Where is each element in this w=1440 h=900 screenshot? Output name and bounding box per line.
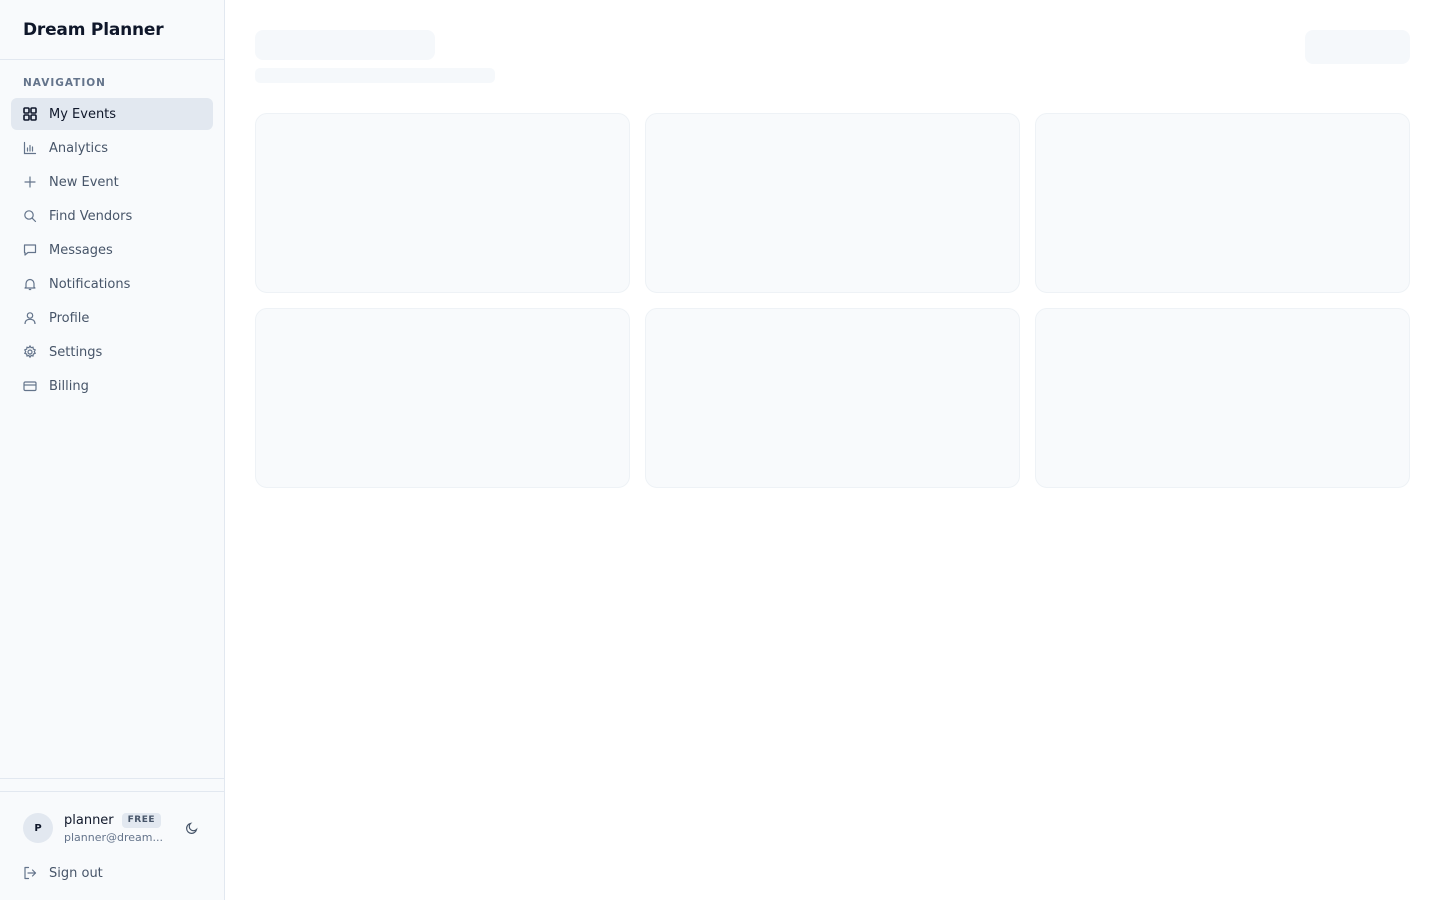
- user-email: planner@dream...: [64, 830, 163, 844]
- plan-badge: FREE: [121, 812, 162, 828]
- credit-card-icon: [23, 379, 37, 393]
- event-card-skeleton: [1035, 113, 1410, 293]
- nav-item-my-events[interactable]: My Events: [11, 98, 213, 130]
- grid-icon: [23, 107, 37, 121]
- nav-item-messages[interactable]: Messages: [11, 234, 213, 266]
- user-info: planner FREE planner@dream...: [64, 812, 175, 844]
- header-action-skeleton: [1305, 30, 1410, 64]
- nav-item-find-vendors[interactable]: Find Vendors: [11, 200, 213, 232]
- theme-toggle-button[interactable]: [183, 819, 201, 837]
- nav-item-label: Messages: [49, 242, 113, 258]
- nav-item-label: Find Vendors: [49, 208, 133, 224]
- nav-list: My Events Analytics New Event Find Vendo…: [0, 98, 224, 402]
- event-card-skeleton: [1035, 308, 1410, 488]
- nav-item-label: Notifications: [49, 276, 131, 292]
- main-content: [225, 0, 1440, 900]
- avatar: P: [23, 813, 53, 843]
- event-card-skeleton: [645, 308, 1020, 488]
- nav-item-billing[interactable]: Billing: [11, 370, 213, 402]
- user-name: planner: [64, 812, 114, 828]
- nav-item-label: Analytics: [49, 140, 109, 156]
- nav-section-label: NAVIGATION: [23, 77, 106, 89]
- sign-out-button[interactable]: Sign out: [23, 863, 103, 883]
- nav-item-analytics[interactable]: Analytics: [11, 132, 213, 164]
- user-summary[interactable]: P planner FREE planner@dream...: [23, 810, 201, 846]
- moon-icon: [186, 822, 198, 834]
- event-card-skeleton: [645, 113, 1020, 293]
- nav-item-label: New Event: [49, 174, 119, 190]
- nav-item-new-event[interactable]: New Event: [11, 166, 213, 198]
- sign-out-icon: [23, 866, 37, 880]
- nav-item-label: My Events: [49, 106, 117, 122]
- nav-item-settings[interactable]: Settings: [11, 336, 213, 368]
- page-title-skeleton: [255, 30, 435, 60]
- bell-icon: [23, 277, 37, 291]
- app-root: Dream Planner NAVIGATION My Events Analy…: [0, 0, 1440, 900]
- page-subtitle-skeleton: [255, 68, 495, 83]
- event-card-skeleton: [255, 113, 630, 293]
- user-name-row: planner FREE: [64, 812, 175, 828]
- nav-item-label: Billing: [49, 378, 89, 394]
- gear-icon: [23, 345, 37, 359]
- sidebar: Dream Planner NAVIGATION My Events Analy…: [0, 0, 225, 900]
- nav-item-notifications[interactable]: Notifications: [11, 268, 213, 300]
- app-title: Dream Planner: [23, 19, 164, 40]
- nav-item-label: Settings: [49, 344, 103, 360]
- brand-header: Dream Planner: [0, 0, 224, 60]
- footer-divider: [0, 791, 224, 792]
- bar-chart-icon: [23, 141, 37, 155]
- event-card-skeleton: [255, 308, 630, 488]
- message-icon: [23, 243, 37, 257]
- search-icon: [23, 209, 37, 223]
- user-icon: [23, 311, 37, 325]
- nav-item-profile[interactable]: Profile: [11, 302, 213, 334]
- sidebar-footer: P planner FREE planner@dream... Sign out: [0, 778, 224, 881]
- sign-out-label: Sign out: [49, 865, 103, 881]
- plus-icon: [23, 175, 37, 189]
- nav-item-label: Profile: [49, 310, 90, 326]
